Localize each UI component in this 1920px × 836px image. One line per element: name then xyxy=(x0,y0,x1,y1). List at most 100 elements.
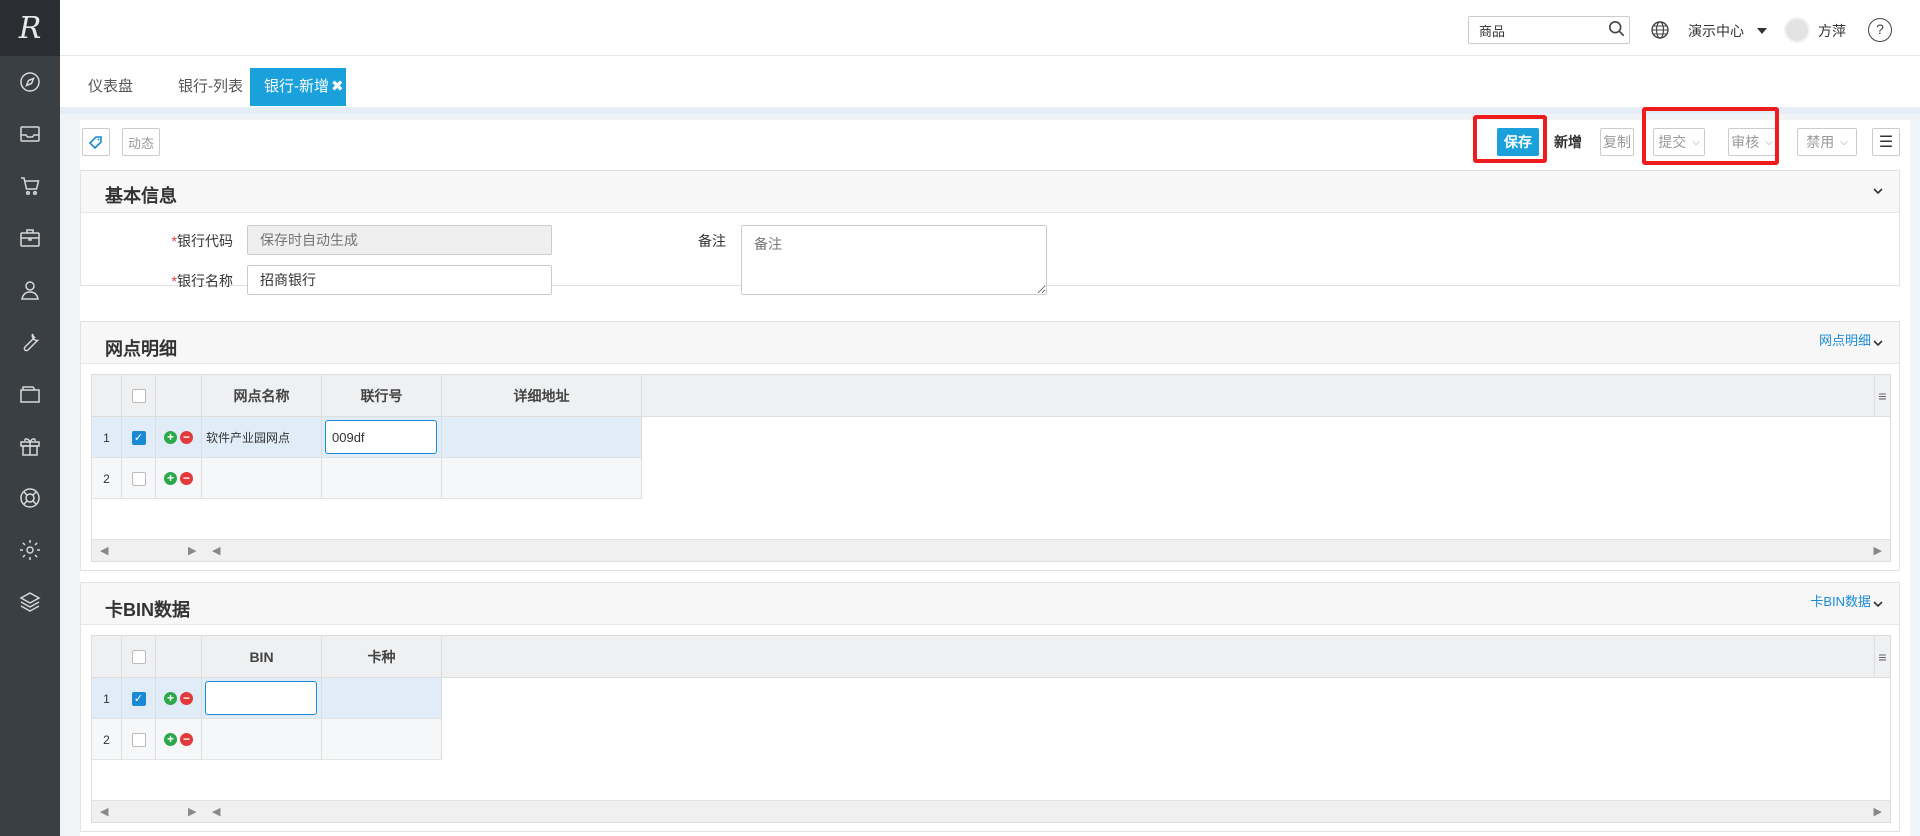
select-all-cell[interactable] xyxy=(122,636,156,678)
add-row-icon[interactable]: + xyxy=(164,431,177,444)
org-switcher-label[interactable]: 演示中心 xyxy=(1688,21,1744,41)
scroll-right-icon[interactable]: ▶ xyxy=(188,805,196,818)
submit-dropdown[interactable]: 提交 ⌵ xyxy=(1653,128,1705,156)
basic-info-header[interactable]: 基本信息 xyxy=(81,171,1899,213)
delete-row-icon[interactable]: − xyxy=(180,472,193,485)
branch-address-cell[interactable] xyxy=(442,458,642,499)
search-icon[interactable] xyxy=(1608,20,1626,38)
copy-button[interactable]: 复制 xyxy=(1600,128,1634,156)
globe-icon[interactable] xyxy=(1650,20,1670,40)
tag-icon-button[interactable] xyxy=(82,128,110,156)
card-type-cell[interactable] xyxy=(322,719,442,760)
table-row[interactable]: 2 + − xyxy=(92,719,442,760)
row-checkbox-cell[interactable]: ✓ xyxy=(122,678,156,719)
delete-row-icon[interactable]: − xyxy=(180,431,193,444)
cart-icon[interactable] xyxy=(0,160,60,212)
close-icon[interactable]: ✖ xyxy=(331,78,344,95)
scroll-left-icon[interactable]: ◀ xyxy=(100,805,108,818)
gift-icon[interactable] xyxy=(0,420,60,472)
scroll-left-icon[interactable]: ◀ xyxy=(212,805,220,818)
search-input[interactable] xyxy=(1468,16,1630,44)
table-row[interactable]: 1 ✓ + − xyxy=(92,678,442,719)
avatar[interactable] xyxy=(1784,17,1810,43)
scroll-right-icon[interactable]: ▶ xyxy=(1874,544,1882,557)
row-checkbox-cell[interactable] xyxy=(122,458,156,499)
bin-editor[interactable] xyxy=(205,681,317,715)
caret-down-icon[interactable] xyxy=(1757,28,1767,34)
bank-name-field[interactable] xyxy=(247,265,552,295)
tab-bank-new[interactable]: 银行-新增 ✖ xyxy=(250,68,346,106)
delete-row-icon[interactable]: − xyxy=(180,733,193,746)
gear-icon[interactable] xyxy=(0,524,60,576)
delete-row-icon[interactable]: − xyxy=(180,692,193,705)
horizontal-scrollbar[interactable]: ◀ ▶ ◀ ▶ xyxy=(92,800,1890,822)
scroll-left-icon[interactable]: ◀ xyxy=(212,544,220,557)
remark-field[interactable] xyxy=(741,225,1047,295)
row-checkbox[interactable]: ✓ xyxy=(131,430,146,445)
branch-name-cell[interactable]: 软件产业园网点 xyxy=(202,417,322,458)
select-all-cell[interactable] xyxy=(122,375,156,417)
user-icon[interactable] xyxy=(0,264,60,316)
branch-link[interactable]: 网点明细 xyxy=(1819,330,1871,349)
save-button[interactable]: 保存 xyxy=(1497,128,1539,156)
scroll-right-icon[interactable]: ▶ xyxy=(1874,805,1882,818)
scroll-right-icon[interactable]: ▶ xyxy=(188,544,196,557)
add-row-icon[interactable]: + xyxy=(164,472,177,485)
row-checkbox[interactable] xyxy=(131,732,146,747)
add-row-icon[interactable]: + xyxy=(164,733,177,746)
inbox-icon[interactable] xyxy=(0,108,60,160)
column-header[interactable]: 详细地址 xyxy=(442,375,642,417)
folder-icon[interactable] xyxy=(0,368,60,420)
column-header[interactable]: 网点名称 xyxy=(202,375,322,417)
column-header[interactable]: 卡种 xyxy=(322,636,442,678)
disable-dropdown[interactable]: 禁用 ⌵ xyxy=(1797,128,1857,156)
bin-cell[interactable] xyxy=(202,719,322,760)
row-checkbox[interactable]: ✓ xyxy=(131,691,146,706)
help-icon[interactable]: ? xyxy=(1868,18,1892,42)
app-logo[interactable]: R xyxy=(0,0,60,56)
activity-button[interactable]: 动态 xyxy=(122,128,160,156)
more-menu-button[interactable]: ☰ xyxy=(1872,128,1900,156)
branch-address-cell[interactable] xyxy=(442,417,642,458)
grid-header: 网点名称 联行号 详细地址 ≡ xyxy=(92,375,1890,417)
panel-title: 网点明细 xyxy=(105,339,177,359)
tab-label: 仪表盘 xyxy=(88,78,134,95)
cardbin-link[interactable]: 卡BIN数据 xyxy=(1810,591,1871,610)
branch-code-cell[interactable] xyxy=(322,458,442,499)
branch-code-editor[interactable] xyxy=(325,420,437,454)
grid-menu-icon[interactable]: ≡ xyxy=(1874,636,1890,678)
column-header[interactable]: BIN xyxy=(202,636,322,678)
scroll-left-icon[interactable]: ◀ xyxy=(100,544,108,557)
new-button[interactable]: 新增 xyxy=(1551,128,1585,156)
layers-icon[interactable] xyxy=(0,576,60,628)
card-type-cell[interactable] xyxy=(322,678,442,719)
branch-header[interactable]: 网点明细 网点明细 xyxy=(81,322,1899,364)
tab-dashboard[interactable]: 仪表盘 xyxy=(74,68,147,106)
row-checkbox[interactable] xyxy=(131,471,146,486)
row-actions: + − xyxy=(156,719,202,760)
row-checkbox-cell[interactable]: ✓ xyxy=(122,417,156,458)
chevron-down-icon[interactable] xyxy=(1871,184,1885,198)
row-checkbox-cell[interactable] xyxy=(122,719,156,760)
review-dropdown[interactable]: 审核 ⌵ xyxy=(1728,128,1776,156)
cardbin-header[interactable]: 卡BIN数据 卡BIN数据 xyxy=(81,583,1899,625)
grid-menu-icon[interactable]: ≡ xyxy=(1874,375,1890,417)
lifebuoy-icon[interactable] xyxy=(0,472,60,524)
column-header[interactable]: 联行号 xyxy=(322,375,442,417)
bank-code-field[interactable] xyxy=(247,225,552,255)
select-all-checkbox[interactable] xyxy=(131,650,146,664)
briefcase-icon[interactable] xyxy=(0,212,60,264)
tab-strip xyxy=(60,107,1920,114)
tab-bank-list[interactable]: 银行-列表 xyxy=(164,68,257,106)
user-name[interactable]: 方萍 xyxy=(1818,21,1846,41)
select-all-checkbox[interactable] xyxy=(131,389,146,403)
table-row[interactable]: 1 ✓ + − 软件产业园网点 xyxy=(92,417,642,458)
compass-icon[interactable] xyxy=(0,56,60,108)
branch-name-cell[interactable] xyxy=(202,458,322,499)
horizontal-scrollbar[interactable]: ◀ ▶ ◀ ▶ xyxy=(92,539,1890,561)
wrench-icon[interactable] xyxy=(0,316,60,368)
table-row[interactable]: 2 + − xyxy=(92,458,642,499)
chevron-down-icon[interactable] xyxy=(1871,597,1885,611)
chevron-down-icon[interactable] xyxy=(1871,336,1885,350)
add-row-icon[interactable]: + xyxy=(164,692,177,705)
